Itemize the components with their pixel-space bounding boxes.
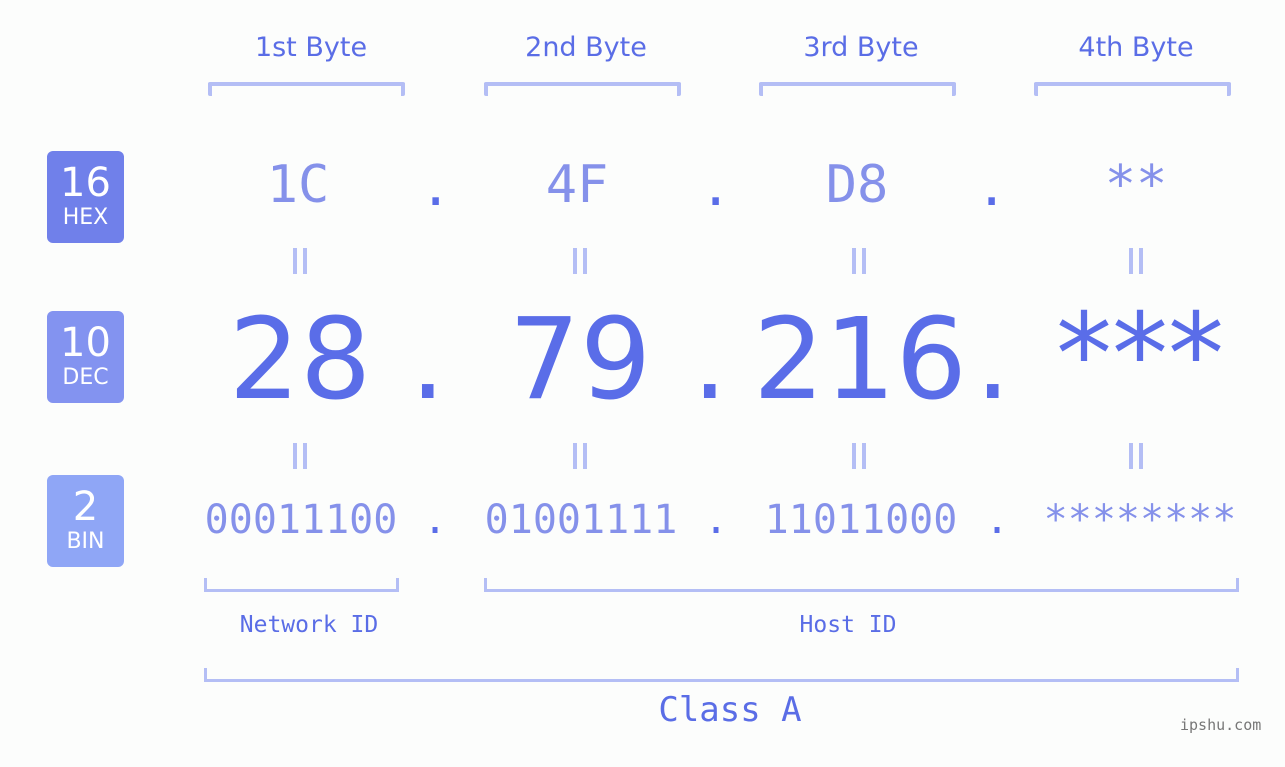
equals-icon [293,443,307,469]
class-label: Class A [658,690,802,730]
hex-badge: 16 HEX [47,151,124,243]
byte-header-1: 1st Byte [254,32,368,63]
byte-header-2: 2nd Byte [525,32,647,63]
hex-octet-4: ** [1104,155,1168,215]
bin-badge: 2 BIN [47,475,124,567]
dec-label: DEC [62,365,109,390]
equals-icon [1129,443,1143,469]
equals-icon [852,248,866,274]
watermark: ipshu.com [1180,716,1262,734]
host-id-bracket [484,578,1239,592]
dec-octet-1: 28 [228,295,372,425]
equals-icon [573,248,587,274]
equals-icon [573,443,587,469]
byte-bracket-3 [759,82,956,96]
byte-bracket-2 [484,82,681,96]
bin-octet-2: 01001111 [484,497,678,543]
dec-octet-3: 216 [753,295,967,425]
bin-octet-3: 11011000 [764,497,958,543]
hex-base: 16 [60,160,111,206]
bin-base: 2 [72,484,99,530]
dec-octet-2: 79 [508,295,652,425]
hex-dot-3: . [976,158,1008,218]
byte-bracket-4 [1034,82,1231,96]
bin-dot-2: . [704,497,729,543]
dec-badge: 10 DEC [47,311,124,403]
equals-icon [293,248,307,274]
dec-dot-2: . [692,295,728,425]
bin-dot-1: . [423,497,448,543]
dec-octet-4: *** [1056,290,1224,420]
equals-icon [1129,248,1143,274]
hex-label: HEX [62,205,109,230]
equals-icon [852,443,866,469]
network-id-bracket [204,578,399,592]
host-id-label: Host ID [799,612,897,638]
dec-base: 10 [60,320,111,366]
bin-dot-3: . [985,497,1010,543]
hex-octet-2: 4F [545,155,609,215]
hex-octet-1: 1C [266,155,330,215]
byte-header-3: 3rd Byte [803,32,919,63]
bin-octet-4: ******** [1043,497,1237,543]
dec-dot-3: . [975,295,1011,425]
hex-dot-1: . [420,158,452,218]
bin-label: BIN [66,529,105,554]
hex-dot-2: . [700,158,732,218]
network-id-label: Network ID [239,612,379,638]
byte-header-4: 4th Byte [1078,32,1194,63]
dec-dot-1: . [410,295,446,425]
class-bracket [204,668,1239,682]
hex-octet-3: D8 [825,155,889,215]
bin-octet-1: 00011100 [204,497,398,543]
byte-bracket-1 [208,82,405,96]
